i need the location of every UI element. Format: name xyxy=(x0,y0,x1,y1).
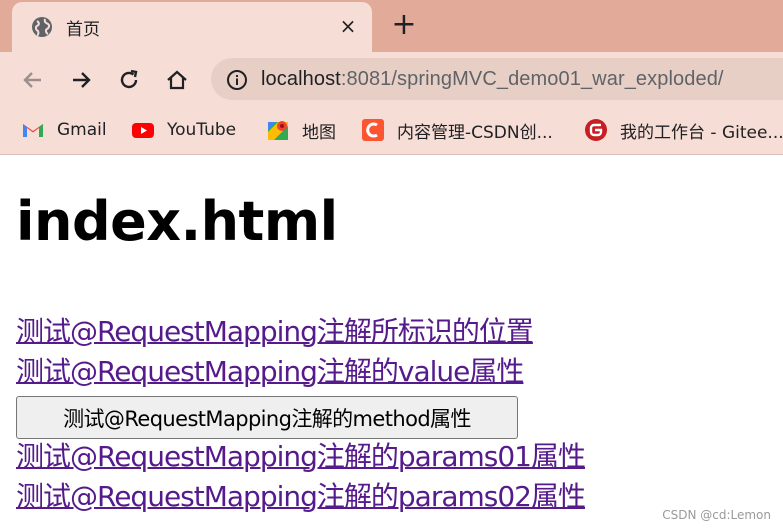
close-tab-icon[interactable]: × xyxy=(334,12,362,40)
reload-icon[interactable] xyxy=(114,65,144,95)
forward-icon[interactable] xyxy=(66,65,96,95)
url-path: :8081/springMVC_demo01_war_exploded/ xyxy=(340,68,724,90)
bookmark-gmail[interactable]: Gmail xyxy=(21,116,107,144)
bookmark-gitee[interactable]: 我的工作台 - Gitee... xyxy=(584,116,783,144)
gitee-icon xyxy=(584,118,608,142)
url-text: localhost:8081/springMVC_demo01_war_expl… xyxy=(261,68,724,91)
url-host: localhost xyxy=(261,68,341,90)
bookmark-label: 我的工作台 - Gitee... xyxy=(620,122,783,143)
gmail-icon xyxy=(21,118,45,142)
link-request-mapping-params01[interactable]: 测试@RequestMapping注解的params01属性 xyxy=(16,440,586,474)
site-info-icon[interactable] xyxy=(225,68,249,92)
tab-strip: 首页 × + xyxy=(0,0,783,52)
bookmark-label: 地图 xyxy=(302,122,336,143)
address-bar[interactable]: localhost:8081/springMVC_demo01_war_expl… xyxy=(211,58,783,100)
home-icon[interactable] xyxy=(162,65,192,95)
tab-title: 首页 xyxy=(66,20,100,40)
bookmark-label: 内容管理-CSDN创... xyxy=(397,122,553,143)
bookmark-label: YouTube xyxy=(167,120,237,140)
youtube-icon xyxy=(131,118,155,142)
link-request-mapping-value[interactable]: 测试@RequestMapping注解的value属性 xyxy=(16,355,524,389)
bookmarks-bar: Gmail YouTube 地图 内容管理-CSDN创... 我的工作台 - G… xyxy=(0,108,783,155)
bookmark-youtube[interactable]: YouTube xyxy=(131,116,236,144)
bookmark-label: Gmail xyxy=(57,120,107,140)
bookmark-csdn[interactable]: 内容管理-CSDN创... xyxy=(361,116,553,144)
maps-icon xyxy=(266,118,290,142)
browser-toolbar: localhost:8081/springMVC_demo01_war_expl… xyxy=(0,52,783,108)
link-request-mapping-location[interactable]: 测试@RequestMapping注解所标识的位置 xyxy=(16,315,534,349)
active-tab[interactable]: 首页 × xyxy=(12,2,372,52)
csdn-icon xyxy=(361,118,385,142)
method-attribute-button[interactable]: 测试@RequestMapping注解的method属性 xyxy=(16,396,518,439)
page-heading: index.html xyxy=(16,190,338,253)
back-icon[interactable] xyxy=(18,65,48,95)
watermark: CSDN @cd:Lemon xyxy=(662,508,771,522)
new-tab-button[interactable]: + xyxy=(388,10,420,42)
link-request-mapping-params02[interactable]: 测试@RequestMapping注解的params02属性 xyxy=(16,480,586,514)
bookmark-maps[interactable]: 地图 xyxy=(266,116,336,144)
globe-icon xyxy=(31,16,53,38)
